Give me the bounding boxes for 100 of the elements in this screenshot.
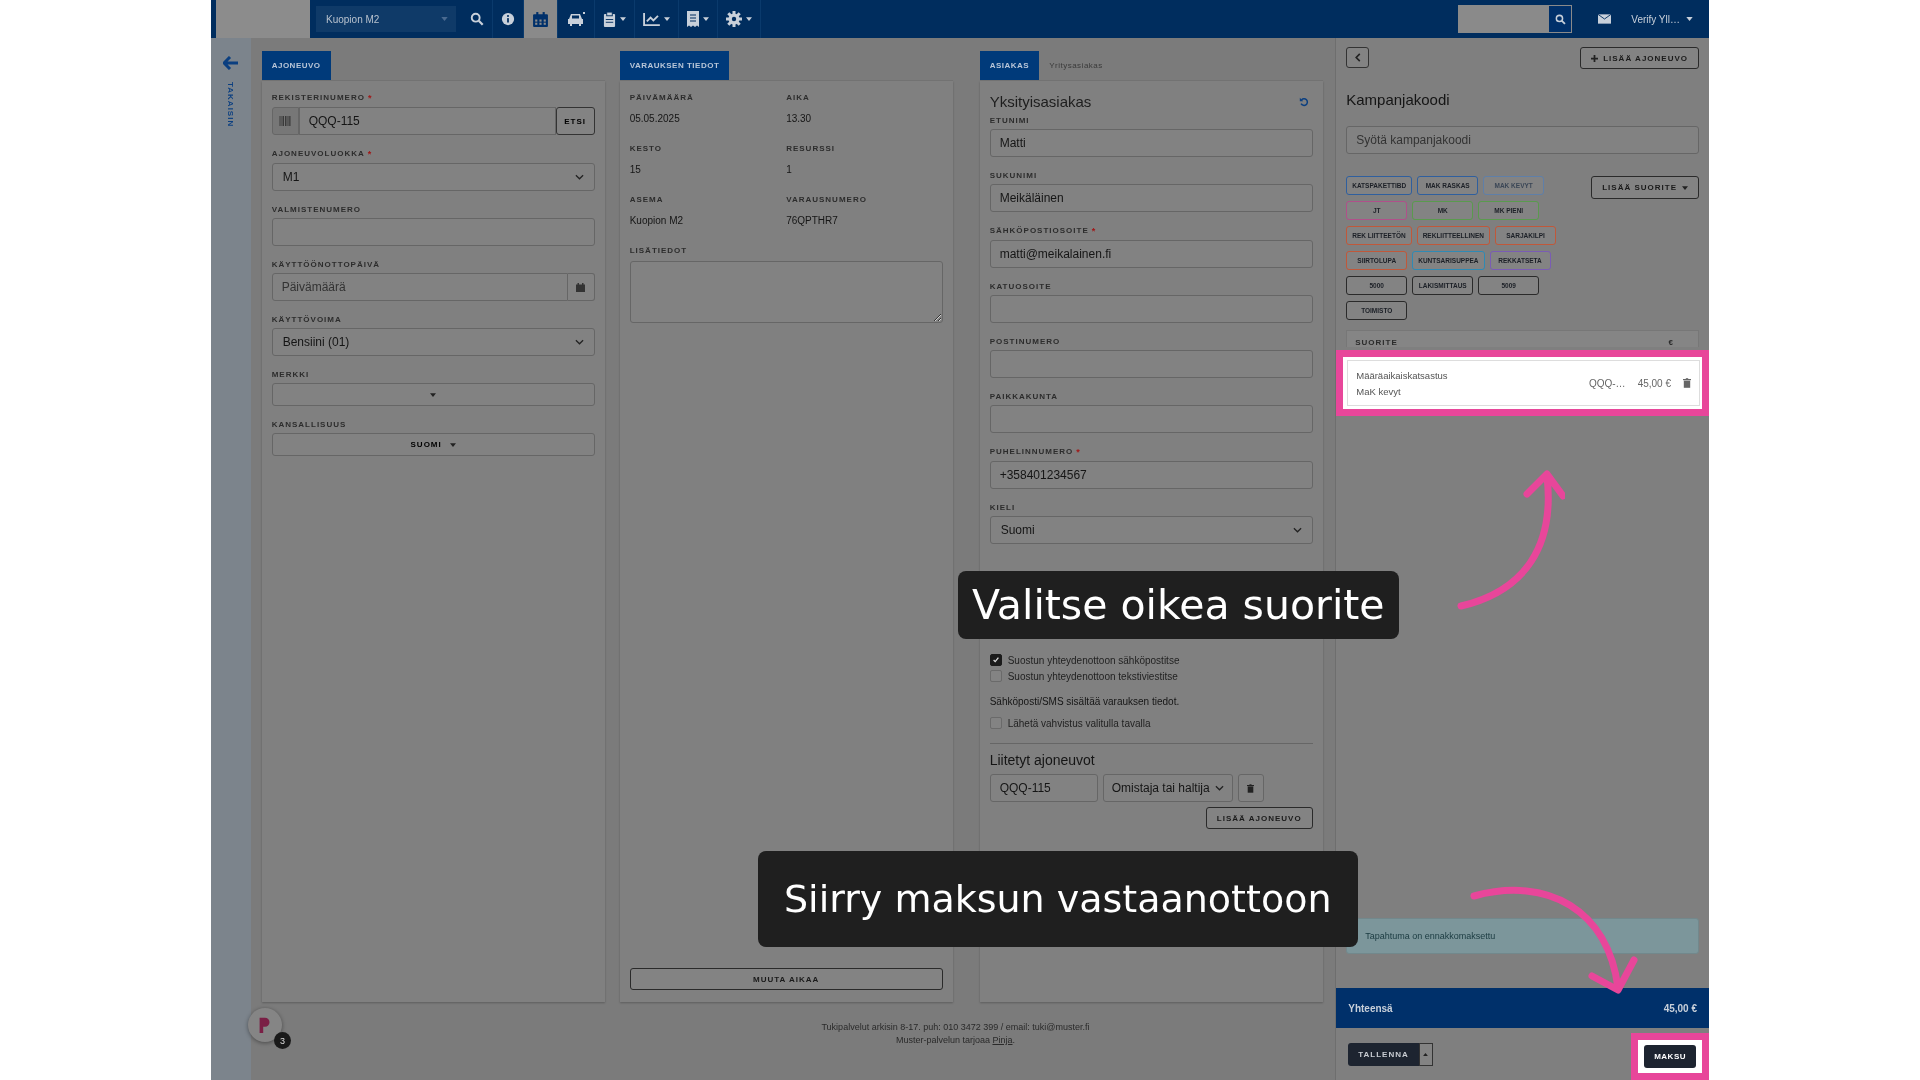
search-icon [1554,13,1566,25]
change-time-button[interactable]: MUUTA AIKAA [629,968,943,990]
chart-icon [643,12,660,26]
registration-field[interactable]: QQQ-115 [298,107,556,135]
service-name: Määräaikaiskatsastus [1356,369,1449,381]
checkbox[interactable] [989,670,1002,682]
section-heading: Liitetyt ajoneuvot [989,752,1096,768]
search-field[interactable] [1458,5,1549,33]
column-header: SUORITE [1355,338,1398,347]
user-menu[interactable]: Verify Yll… [1625,12,1699,26]
required-mark: * [1076,447,1080,457]
field-label: PUHELINNUMERO [989,447,1074,457]
text-field[interactable] [989,350,1313,378]
chevron-left-icon [1354,53,1361,62]
add-service-button[interactable]: LISÄÄ SUORITE [1591,176,1699,199]
service-type: MaK kevyt [1356,385,1402,397]
info-alert: Tapahtuma on ennakkomaksettu [1346,918,1699,954]
select-field[interactable]: Bensiini (01) [271,328,595,356]
barcode-icon [271,107,299,135]
info-icon [501,12,515,26]
checkbox-label: Suostun yhteydenottoon sähköpostitse [1007,654,1180,666]
field-label: VALMISTENUMERO [271,205,362,214]
detail-value: 15 [629,164,642,175]
calendar-icon [576,282,586,292]
detail-label: RESURSSI [786,144,837,153]
text-field[interactable]: matti@meikalainen.fi [989,240,1313,268]
detail-value: 05.05.2025 [629,113,681,124]
checkbox[interactable] [989,654,1002,666]
caret-icon [430,392,437,397]
dropdown-button[interactable]: SUOMI [271,433,595,456]
caret-icon [703,17,709,21]
plate-field[interactable]: QQQ-115 [989,774,1098,802]
text-field[interactable] [989,295,1313,323]
text-field[interactable] [989,405,1313,433]
required-mark: * [1091,226,1096,236]
caret-icon [746,17,752,21]
pay-button[interactable]: MAKSU [1644,1045,1696,1068]
role-select[interactable]: Omistaja tai haltija [1102,774,1233,802]
delete-button[interactable] [1237,774,1264,802]
text-field[interactable] [271,218,595,246]
check-icon [991,656,1000,664]
field-label: SUKUNIMI [989,171,1038,180]
field-label: POSTINUMERO [989,337,1061,346]
reset-icon[interactable] [1298,96,1309,107]
detail-value: 1 [786,164,793,175]
toolbar-button[interactable] [524,0,558,38]
back-label[interactable]: TAKAISIN [226,82,236,128]
date-field[interactable]: Päivämäärä [271,273,568,301]
detail-value: 13.30 [786,113,813,124]
field-label: KÄYTTÖÖNOTTOPÄIVÄ [271,260,381,269]
calendar-button[interactable] [567,273,595,301]
customer-tab[interactable]: Yritysasiakas [1039,51,1113,80]
field-label: ETUNIMI [989,116,1030,125]
support-text: Tukipalvelut arkisin 8-17. puh: 010 3472 399 / email: tuki@muster.fi [821,1022,1090,1032]
caret-icon [1423,1052,1429,1056]
select-field[interactable]: M1 [271,163,595,191]
text-field[interactable]: +358401234567 [989,461,1313,489]
info-text: Sähköposti/SMS sisältää varauksen tiedot. [989,696,1181,707]
mail-icon[interactable] [1598,14,1612,24]
field-label: KANSALLISUUS [271,420,347,429]
text-field[interactable]: Meikäläinen [989,184,1313,212]
vehicle-plate: QQQ-… [1588,377,1626,389]
detail-label: AIKA [786,93,811,102]
chevron-icon [1214,785,1224,791]
save-button[interactable]: TALLENNA [1348,1042,1419,1066]
customer-tab[interactable]: ASIAKAS [979,51,1040,80]
trash-icon[interactable] [1683,378,1691,388]
field-label: KÄYTTÖVOIMA [271,315,342,324]
detail-label: VARAUSNUMERO [786,195,868,204]
detail-label: ASEMA [629,195,665,204]
text-field[interactable]: Matti [989,129,1313,157]
back-arrow-icon[interactable] [222,56,239,70]
field-label: LISÄTIEDOT [629,246,689,255]
checkbox[interactable] [989,717,1002,729]
caret-icon [1682,185,1688,190]
notes-field[interactable] [629,261,943,323]
search-button[interactable]: ETSI [555,107,595,135]
provider-text: Muster-palvelun tarjoaa Pinja. [895,1035,1015,1045]
search-button[interactable] [1548,5,1573,33]
search-icon [470,12,484,26]
select-field[interactable]: Suomi [989,516,1313,544]
plus-icon [1591,54,1599,62]
callout-text: Valitse oikea suorite [958,571,1399,639]
add-vehicle-button[interactable]: LISÄÄ AJONEUVO [1205,807,1313,829]
total-label: Yhteensä [1348,1002,1393,1014]
settings-icon [726,11,742,27]
checkbox-label: Lähetä vahvistus valitulla tavalla [1007,717,1151,729]
car-icon [566,11,586,27]
back-button[interactable] [1346,47,1370,68]
service-row[interactable]: Määräaikaiskatsastus MaK kevyt QQQ-… 45,00 € [1347,360,1700,406]
field-label: KIELI [989,503,1016,512]
chevron-icon [1292,527,1302,533]
field-label: SÄHKÖPOSTIOSOITE [989,226,1089,236]
detail-label: KESTO [629,144,664,153]
location-select[interactable]: Kuopion M2 [316,6,456,32]
caret-icon [620,17,626,21]
campaign-code-field[interactable]: Syötä kampanjakoodi [1346,126,1699,154]
field-label: AJONEUVOLUOKKA [271,149,365,159]
receipt-icon [687,11,699,27]
add-vehicle-button[interactable]: LISÄÄ AJONEUVO [1580,47,1699,69]
